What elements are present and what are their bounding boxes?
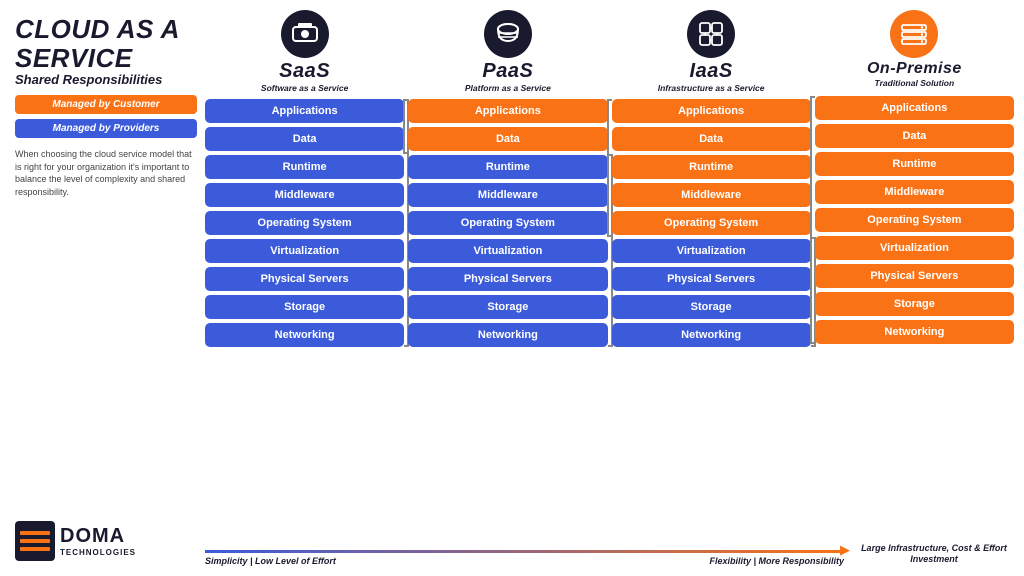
main-title: Cloud as a Service [15,15,197,72]
paas-item-runtime: Runtime [408,155,607,179]
saas-subtitle: Software as a Service [261,83,348,93]
legend-customer: Managed by Customer [15,95,197,114]
onpremise-item-applications: Applications [815,96,1014,120]
saas-item-middleware: Middleware [205,183,404,207]
iaas-bracket-left-top [607,99,612,237]
description-text: When choosing the cloud service model th… [15,148,197,198]
iaas-subtitle: Infrastructure as a Service [658,83,765,93]
onpremise-item-networking: Networking [815,320,1014,344]
saas-item-virtualization: Virtualization [205,239,404,263]
bottom-section: ▶ Simplicity | Low Level of Effort Flexi… [205,543,1014,566]
paas-bracket-left-top [403,99,408,154]
paas-items-wrapper: Applications Data Runtime Middleware Ope… [408,99,607,347]
saas-header: SaaS Software as a Service [261,10,348,93]
paas-item-os: Operating System [408,211,607,235]
logo-sub: TECHNOLOGIES [60,548,136,557]
onprem-caption: Large Infrastructure, Cost & Effort Inve… [854,543,1014,566]
bottom-labels: Simplicity | Low Level of Effort Flexibi… [205,556,844,566]
paas-header: PaaS Platform as a Service [465,10,551,93]
iaas-item-middleware: Middleware [612,183,811,207]
onpremise-item-middleware: Middleware [815,180,1014,204]
paas-subtitle: Platform as a Service [465,83,551,93]
onpremise-header: On-Premise Traditional Solution [867,10,962,90]
saas-item-applications: Applications [205,99,404,123]
paas-icon-svg [493,19,523,49]
onpremise-item-virtualization: Virtualization [815,236,1014,260]
paas-item-networking: Networking [408,323,607,347]
logo-icon [15,521,55,561]
bottom-label-right: Flexibility | More Responsibility [709,556,844,566]
iaas-item-networking: Networking [612,323,811,347]
columns-area: SaaS Software as a Service Applications … [205,10,1014,566]
paas-item-applications: Applications [408,99,607,123]
paas-item-storage: Storage [408,295,607,319]
paas-item-data: Data [408,127,607,151]
iaas-item-os: Operating System [612,211,811,235]
onpremise-item-os: Operating System [815,208,1014,232]
logo-block: DOMA TECHNOLOGIES [15,521,197,561]
iaas-items-wrapper: Applications Data Runtime Middleware Ope… [612,99,811,347]
arrow-section: ▶ Simplicity | Low Level of Effort Flexi… [205,544,844,566]
iaas-item-applications: Applications [612,99,811,123]
title-block: Cloud as a Service Shared Responsibiliti… [15,15,197,87]
saas-item-data: Data [205,127,404,151]
saas-item-networking: Networking [205,323,404,347]
saas-items: Applications Data Runtime Middleware Ope… [205,99,404,347]
column-paas: PaaS Platform as a Service Applications … [408,10,607,539]
onpremise-title: On-Premise [867,60,962,78]
saas-item-storage: Storage [205,295,404,319]
saas-item-servers: Physical Servers [205,267,404,291]
sidebar: Cloud as a Service Shared Responsibiliti… [10,10,205,566]
sub-title: Shared Responsibilities [15,72,197,87]
column-saas: SaaS Software as a Service Applications … [205,10,404,539]
arrow-line: ▶ [205,550,844,553]
legend-provider: Managed by Providers [15,119,197,138]
onpremise-bracket-left [810,96,815,344]
iaas-item-storage: Storage [612,295,811,319]
iaas-items: Applications Data Runtime Middleware Ope… [612,99,811,347]
onpremise-item-servers: Physical Servers [815,264,1014,288]
bottom-label-left: Simplicity | Low Level of Effort [205,556,336,566]
paas-item-middleware: Middleware [408,183,607,207]
onpremise-icon-svg [899,19,929,49]
saas-item-os: Operating System [205,211,404,235]
onpremise-item-storage: Storage [815,292,1014,316]
iaas-item-data: Data [612,127,811,151]
iaas-header: IaaS Infrastructure as a Service [658,10,765,93]
iaas-item-virtualization: Virtualization [612,239,811,263]
iaas-item-runtime: Runtime [612,155,811,179]
iaas-item-servers: Physical Servers [612,267,811,291]
saas-title: SaaS [279,60,330,83]
paas-icon [484,10,532,58]
paas-item-virtualization: Virtualization [408,239,607,263]
column-iaas: IaaS Infrastructure as a Service Applica… [612,10,811,539]
onpremise-items: Applications Data Runtime Middleware Ope… [815,96,1014,344]
arrow-bar: ▶ [205,550,844,553]
columns-wrapper: SaaS Software as a Service Applications … [205,10,1014,539]
logo-name: DOMA [60,525,136,548]
onpremise-item-data: Data [815,124,1014,148]
saas-items-wrapper: Applications Data Runtime Middleware Ope… [205,99,404,347]
saas-icon-svg [290,19,320,49]
paas-item-servers: Physical Servers [408,267,607,291]
iaas-title: IaaS [690,60,733,83]
onpremise-subtitle: Traditional Solution [875,78,955,88]
onpremise-items-wrapper: Applications Data Runtime Middleware Ope… [815,96,1014,344]
paas-items: Applications Data Runtime Middleware Ope… [408,99,607,347]
saas-item-runtime: Runtime [205,155,404,179]
arrow-tip: ▶ [840,542,850,558]
paas-title: PaaS [482,60,533,83]
onpremise-icon [890,10,938,58]
iaas-icon [687,10,735,58]
column-onpremise: On-Premise Traditional Solution Applicat… [815,10,1014,539]
saas-icon [281,10,329,58]
onpremise-item-runtime: Runtime [815,152,1014,176]
iaas-icon-svg [696,19,726,49]
